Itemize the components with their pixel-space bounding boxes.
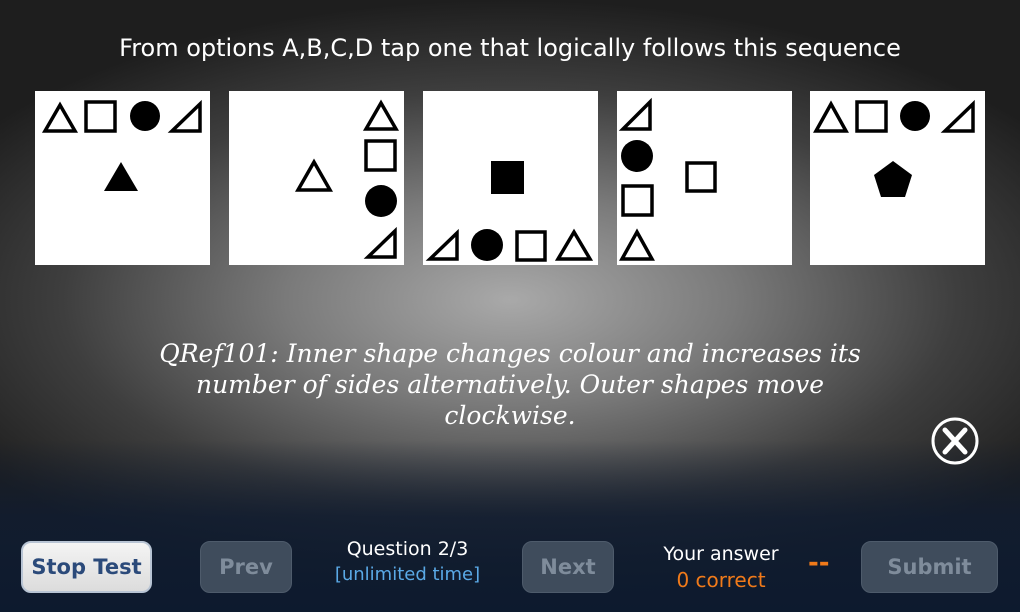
answer-status: Your answer 0 correct [640, 541, 802, 593]
sequence-panel-3 [423, 91, 598, 265]
close-circle-icon [931, 417, 979, 465]
score-text: 0 correct [676, 568, 766, 592]
time-label: [unlimited time] [334, 564, 481, 585]
explanation-text: QRef101: Inner shape changes colour and … [159, 339, 861, 430]
stop-test-button[interactable]: Stop Test [21, 541, 152, 593]
close-button[interactable] [930, 416, 980, 466]
selected-answer-value: -- [808, 548, 830, 578]
sequence-panel-4 [617, 91, 792, 265]
sequence-panel-5 [810, 91, 985, 265]
sequence-figure-1 [41, 99, 202, 191]
sequence-figure-5 [813, 99, 975, 197]
sequence-figure-4 [618, 97, 717, 261]
answer-label: Your answer [663, 543, 779, 565]
sequence-panel-2 [229, 91, 404, 265]
next-button[interactable]: Next [522, 541, 614, 593]
sequence-figure-2 [294, 99, 400, 259]
prev-button[interactable]: Prev [200, 541, 292, 593]
sequence-figure-3 [425, 161, 594, 262]
submit-button[interactable]: Submit [861, 541, 998, 593]
question-counter-label: Question 2/3 [346, 538, 469, 560]
question-counter: Question 2/3 [unlimited time] [320, 537, 495, 588]
question-text: From options A,B,C,D tap one that logica… [119, 34, 901, 62]
sequence-panel-1 [35, 91, 210, 265]
